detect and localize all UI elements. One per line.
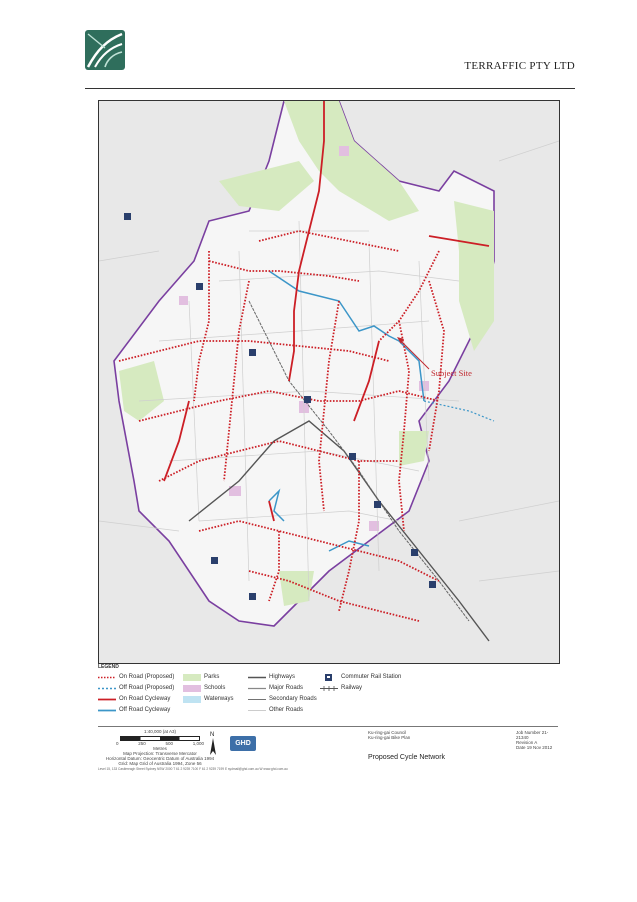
ghd-logo: GHD	[230, 736, 256, 751]
scale-tick: 0	[116, 741, 119, 746]
secondary-road-line-icon	[248, 695, 266, 704]
project-info: Ku-ring-gai Council Ku-ring-gai Bike Pla…	[368, 730, 478, 740]
scale-text: 1:40,000 (at A3)	[143, 729, 177, 734]
legend-item-railway: Railway	[320, 684, 362, 693]
legend-item-schools: Schools	[183, 684, 225, 693]
legend-item-highways: Highways	[248, 673, 295, 682]
north-arrow-icon: N	[206, 729, 220, 757]
header-rule	[85, 88, 575, 89]
legend-item-rail-station: Commuter Rail Station	[320, 673, 401, 682]
school-swatch-icon	[183, 684, 201, 693]
blue-line-icon	[98, 706, 116, 715]
terraffic-logo-icon	[85, 30, 125, 70]
park-swatch-icon	[183, 673, 201, 682]
company-name: TERRAFFIC PTY LTD	[464, 60, 575, 72]
cycle-network-map[interactable]: Subject Site	[98, 100, 560, 664]
page-header: TERRAFFIC PTY LTD	[85, 30, 575, 88]
callout-label: Subject Site	[431, 368, 472, 378]
legend-item-other-roads: Other Roads	[248, 706, 303, 715]
legend-title: LEGEND	[98, 664, 119, 670]
map-canvas: Subject Site	[99, 101, 559, 663]
legend-item-on-road-proposed: On Road (Proposed)	[98, 673, 174, 682]
legend-item-off-road-cycleway: Off Road Cycleway	[98, 706, 170, 715]
scale-block: 1:40,000 (at A3) 0 250 500 1,000 Metres …	[100, 729, 220, 766]
drawing-details: Job Number 21-21340 Revision A Date 19 N…	[516, 730, 553, 750]
legend-item-waterways: Waterways	[183, 695, 233, 704]
other-road-line-icon	[248, 706, 266, 715]
map-legend: LEGEND On Road (Proposed) Off Road (Prop…	[98, 664, 558, 724]
scale-tick: 1,000	[192, 741, 204, 746]
red-dotted-line-icon	[98, 673, 116, 682]
scale-tick: 250	[138, 741, 146, 746]
blue-dotted-line-icon	[98, 684, 116, 693]
red-line-icon	[98, 695, 116, 704]
grid-text: Grid: Map Grid of Australia 1994, Zone 5…	[118, 761, 202, 766]
ghd-address: Level 15, 133 Castlereagh Street Sydney …	[98, 767, 288, 771]
map-title-block: 1:40,000 (at A3) 0 250 500 1,000 Metres …	[98, 726, 558, 771]
legend-item-parks: Parks	[183, 673, 219, 682]
drawing-title: Proposed Cycle Network	[368, 754, 446, 761]
legend-item-on-road-cycleway: On Road Cycleway	[98, 695, 170, 704]
svg-text:N: N	[210, 732, 214, 738]
major-road-line-icon	[248, 684, 266, 693]
railway-line-icon	[320, 684, 338, 693]
legend-item-off-road-proposed: Off Road (Proposed)	[98, 684, 174, 693]
project-name: Ku-ring-gai Bike Plan	[368, 735, 411, 740]
train-station-icon	[320, 673, 338, 682]
waterway-swatch-icon	[183, 695, 201, 704]
legend-item-secondary-roads: Secondary Roads	[248, 695, 317, 704]
highway-line-icon	[248, 673, 266, 682]
legend-item-major-roads: Major Roads	[248, 684, 303, 693]
